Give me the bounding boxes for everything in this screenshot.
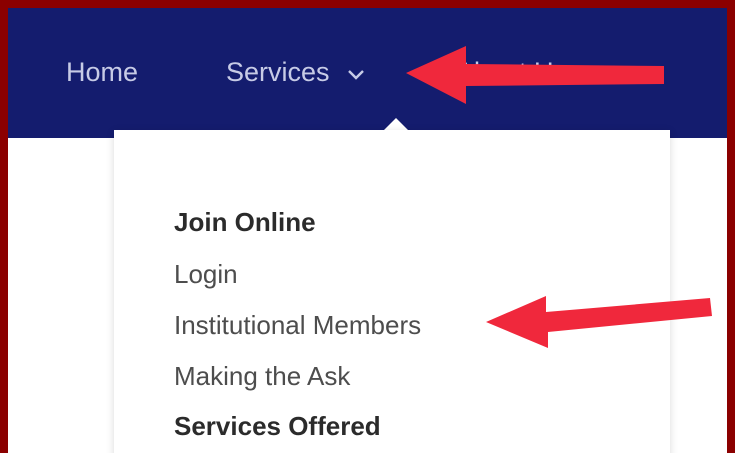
menu-item-making-the-ask[interactable]: Making the Ask [174, 360, 350, 392]
menu-item-services-offered[interactable]: Services Offered [174, 410, 381, 442]
screenshot-frame: Home Services About Us Join Online Login… [8, 8, 727, 453]
nav-services-label: Services [226, 57, 330, 87]
annotation-arrow-institutional-members [486, 296, 712, 348]
chevron-down-icon [348, 70, 364, 80]
menu-item-login[interactable]: Login [174, 258, 238, 290]
menu-item-join-online[interactable]: Join Online [174, 206, 316, 238]
menu-item-institutional-members[interactable]: Institutional Members [174, 309, 421, 341]
nav-services-link[interactable]: Services [226, 55, 367, 89]
annotation-arrow-services [406, 46, 664, 104]
nav-home-link[interactable]: Home [66, 55, 138, 89]
